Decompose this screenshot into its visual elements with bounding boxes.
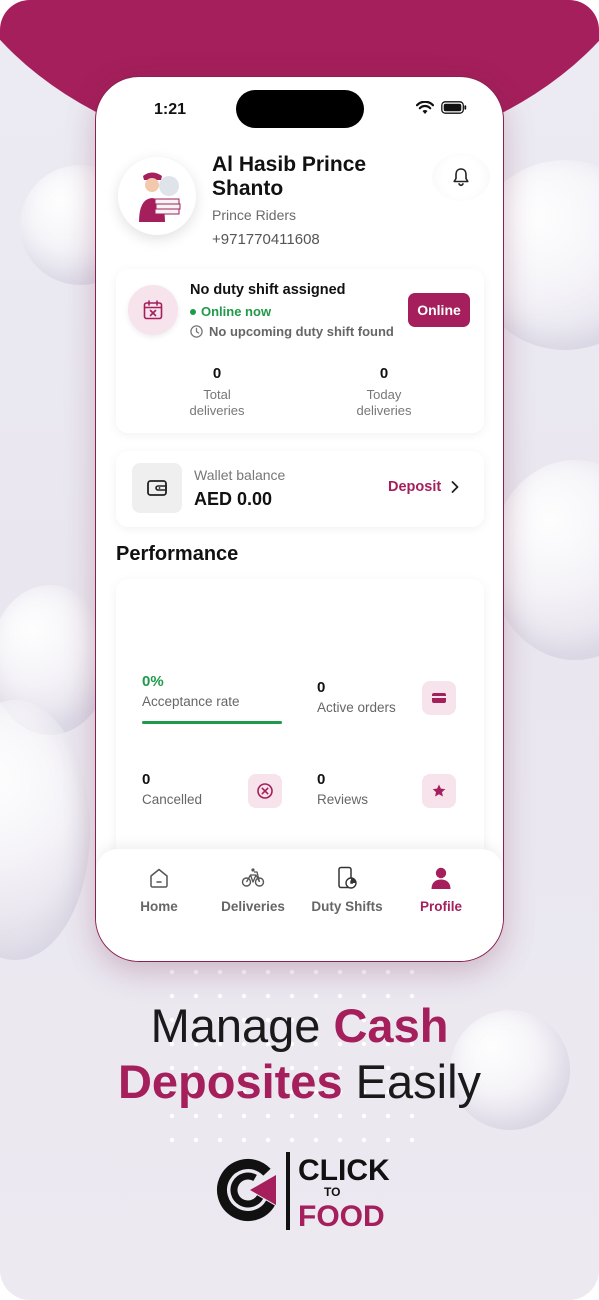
bicycle-icon [206, 865, 300, 891]
today-deliveries-label: Today deliveries [356, 387, 412, 418]
performance-card: 0% Acceptance rate 0 Active orders 0 Can… [116, 579, 484, 859]
reviews-value: 0 [317, 771, 326, 788]
shift-card: No duty shift assigned Online now No upc… [116, 269, 484, 433]
upcoming-shift-text: No upcoming duty shift found [209, 324, 394, 339]
performance-title: Performance [116, 543, 239, 565]
reviews-icon-badge [422, 774, 456, 808]
nav-label-profile: Profile [419, 899, 462, 914]
phone-mockup: 1:21 Al Hasib Prince Shanto Prince Rider… [95, 76, 504, 962]
total-deliveries-value: 0 [212, 365, 222, 382]
wifi-icon [416, 101, 434, 114]
promo-line-1: Manage Cash [0, 998, 599, 1054]
wallet-icon-badge [132, 463, 182, 513]
reviews-metric: 0 Reviews [317, 771, 368, 807]
bell-icon [453, 168, 469, 187]
battery-icon [441, 101, 467, 114]
bubble-decoration [490, 460, 599, 660]
chevron-right-icon [451, 481, 459, 493]
company-name: Prince Riders [212, 207, 297, 223]
cancelled-value: 0 [142, 771, 151, 788]
cancel-circle-icon [257, 783, 273, 799]
profile-icon [394, 865, 488, 891]
deposit-label: Deposit [388, 479, 442, 495]
shift-icon-badge [128, 285, 178, 335]
bubble-decoration [0, 700, 90, 960]
status-bar: 1:21 [96, 77, 503, 137]
nav-label-home: Home [140, 899, 178, 914]
wallet-balance-label: Wallet balance [194, 467, 286, 483]
cancelled-metric: 0 Cancelled [142, 771, 202, 807]
clock-icon [190, 325, 203, 338]
acceptance-rate-metric: 0% Acceptance rate [142, 673, 240, 709]
phone-number: +971770411608 [212, 231, 320, 248]
nav-item-profile[interactable]: Profile [394, 865, 488, 914]
cancelled-icon-badge [248, 774, 282, 808]
promo-line-2-normal: Easily [342, 1055, 482, 1108]
home-icon [112, 865, 206, 891]
online-toggle-button[interactable]: Online [408, 293, 470, 327]
status-time: 1:21 [154, 101, 187, 118]
reviews-label: Reviews [317, 792, 369, 807]
promo-line-2-highlight: Deposites [117, 1055, 343, 1108]
promo-canvas: 1:21 Al Hasib Prince Shanto Prince Rider… [0, 0, 599, 1300]
active-orders-label: Active orders [317, 700, 396, 715]
wallet-balance-amount: AED 0.00 [194, 489, 273, 509]
online-status: Online now [190, 304, 271, 319]
click-to-food-logo: CLICKTOFOOD [217, 1152, 390, 1233]
today-deliveries-stat: 0 Today deliveries [329, 365, 439, 419]
card-icon [432, 693, 446, 703]
nav-item-duty-shifts[interactable]: Duty Shifts [300, 865, 394, 914]
acceptance-rate-label: Acceptance rate [142, 694, 240, 709]
nav-label-duty-shifts: Duty Shifts [311, 899, 383, 914]
active-orders-value: 0 [317, 679, 326, 696]
calendar-cancel-icon [143, 300, 163, 320]
shift-title: No duty shift assigned [190, 282, 346, 298]
wallet-card: Wallet balance AED 0.00 Deposit [116, 451, 484, 527]
promo-line-1-normal: Manage [150, 999, 334, 1052]
promo-line-1-highlight: Cash [333, 999, 449, 1052]
duty-shift-icon [300, 865, 394, 891]
acceptance-rate-bar [142, 721, 282, 724]
total-deliveries-stat: 0 Total deliveries [162, 365, 272, 419]
logo-text-to: TO [324, 1185, 340, 1199]
logo-text-click: CLICK [298, 1154, 390, 1187]
upcoming-shift-info: No upcoming duty shift found [190, 324, 394, 339]
wallet-icon [147, 480, 167, 496]
rider-illustration-icon [139, 172, 181, 222]
star-icon [432, 784, 446, 797]
notifications-button[interactable] [432, 153, 490, 201]
acceptance-rate-bar-fill [142, 721, 282, 724]
nav-label-deliveries: Deliveries [221, 899, 285, 914]
acceptance-rate-value: 0% [142, 673, 164, 690]
active-orders-metric: 0 Active orders [317, 679, 396, 715]
logo-text-food: FOOD [298, 1200, 385, 1233]
promo-headline: Manage Cash Deposites Easily [0, 998, 599, 1110]
cancelled-label: Cancelled [142, 792, 203, 807]
avatar[interactable] [118, 157, 196, 235]
rider-name: Al Hasib Prince Shanto [212, 153, 367, 200]
promo-line-2: Deposites Easily [0, 1054, 599, 1110]
dynamic-island [236, 90, 364, 128]
online-dot-icon [190, 308, 196, 315]
today-deliveries-value: 0 [379, 365, 389, 382]
bottom-nav: Home Deliveries Duty Shifts Profile [96, 849, 503, 961]
online-status-text: Online now [201, 304, 272, 319]
active-orders-icon-badge [422, 681, 456, 715]
nav-item-home[interactable]: Home [112, 865, 206, 914]
deposit-button[interactable]: Deposit [388, 479, 459, 495]
nav-item-deliveries[interactable]: Deliveries [206, 865, 300, 914]
total-deliveries-label: Total deliveries [189, 387, 245, 418]
